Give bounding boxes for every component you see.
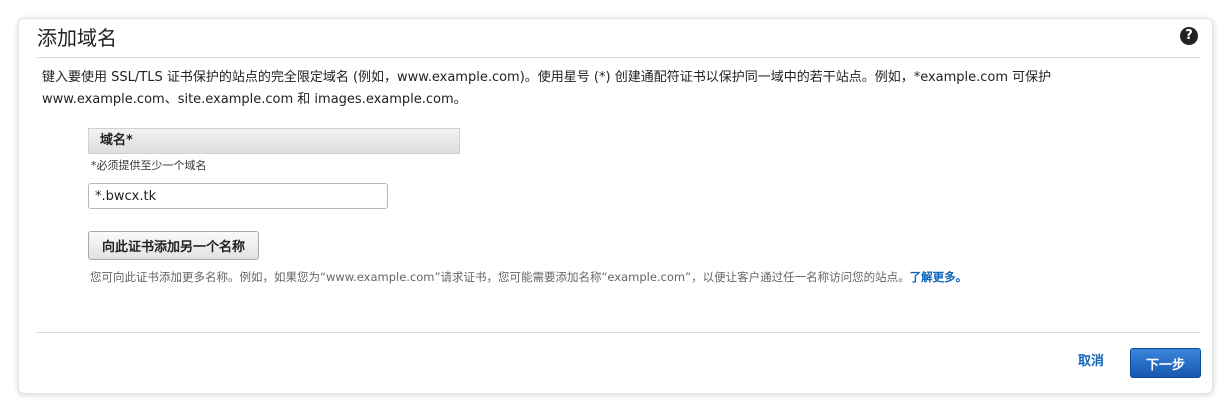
hint-body: 您可向此证书添加更多名称。例如，如果您为“www.example.com”请求证… xyxy=(90,270,910,284)
add-another-name-button[interactable]: 向此证书添加另一个名称 xyxy=(88,231,260,260)
cancel-button[interactable]: 取消 xyxy=(1078,352,1104,372)
domain-field-header: 域名* xyxy=(88,128,460,154)
description-text: 键入要使用 SSL/TLS 证书保护的站点的完全限定域名 (例如，www.exa… xyxy=(42,70,1052,107)
add-domain-panel: 添加域名 ? 键入要使用 SSL/TLS 证书保护的站点的完全限定域名 (例如，… xyxy=(18,18,1213,394)
page-title: 添加域名 xyxy=(37,26,117,50)
footer-divider xyxy=(37,332,1201,333)
learn-more-link[interactable]: 了解更多。 xyxy=(910,270,968,284)
next-button[interactable]: 下一步 xyxy=(1130,348,1201,378)
page: 添加域名 ? 键入要使用 SSL/TLS 证书保护的站点的完全限定域名 (例如，… xyxy=(0,0,1231,412)
hint-text: 您可向此证书添加更多名称。例如，如果您为“www.example.com”请求证… xyxy=(90,268,967,286)
domain-name-field: 域名* *必须提供至少一个域名 xyxy=(88,128,460,209)
required-note: *必须提供至少一个域名 xyxy=(91,159,207,172)
panel-header: 添加域名 ? xyxy=(37,19,1201,58)
help-icon[interactable]: ? xyxy=(1180,27,1198,45)
domain-name-input[interactable] xyxy=(88,183,388,209)
